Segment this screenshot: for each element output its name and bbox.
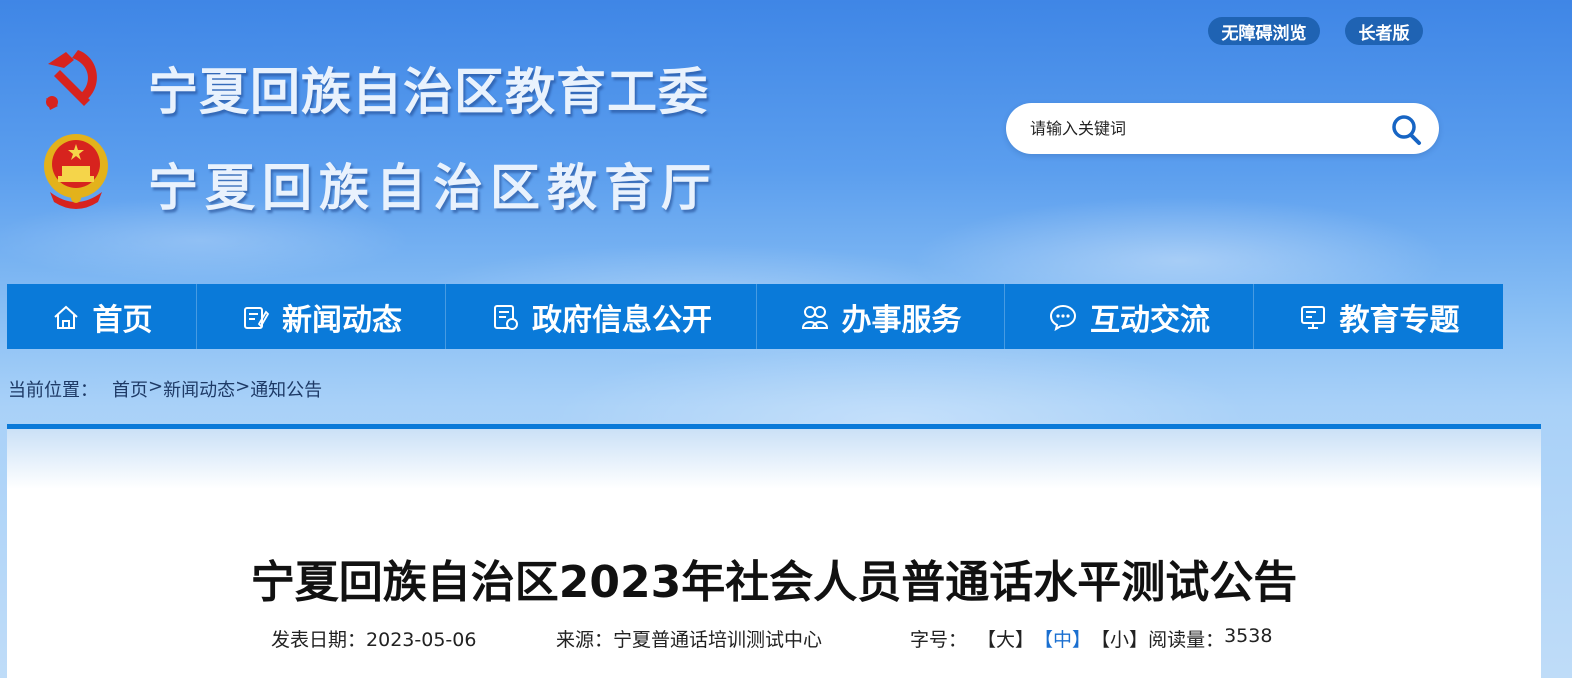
party-emblem-icon bbox=[46, 50, 97, 110]
breadcrumb-link-home[interactable]: 首页 bbox=[112, 376, 148, 402]
search-input[interactable] bbox=[1030, 113, 1370, 144]
nav-item-gov-info[interactable]: 政府信息公开 bbox=[446, 284, 757, 349]
font-size-label: 字号： bbox=[910, 629, 968, 651]
national-emblem-icon bbox=[44, 134, 108, 209]
nav-item-label: 首页 bbox=[92, 302, 153, 338]
nav-item-label: 政府信息公开 bbox=[532, 302, 712, 338]
font-size-small-button[interactable]: 【小】 bbox=[1091, 625, 1148, 652]
article-date: 发表日期：2023-05-06 bbox=[271, 625, 476, 652]
breadcrumb-separator: > bbox=[235, 376, 251, 397]
font-size-medium-button[interactable]: 【中】 bbox=[1034, 625, 1091, 652]
nav-item-interaction[interactable]: 互动交流 bbox=[1005, 284, 1254, 349]
article-source: 来源：宁夏普通话培训测试中心 bbox=[556, 625, 822, 652]
date-label: 发表日期： bbox=[271, 629, 367, 651]
elder-mode-button[interactable]: 长者版 bbox=[1345, 17, 1423, 45]
news-icon bbox=[244, 306, 270, 329]
document-icon bbox=[494, 304, 518, 330]
article-title: 宁夏回族自治区2023年社会人员普通话水平测试公告 bbox=[250, 557, 1298, 608]
chat-icon bbox=[1049, 304, 1077, 331]
date-value: 2023-05-06 bbox=[366, 629, 477, 651]
nav-item-home[interactable]: 首页 bbox=[7, 284, 197, 349]
source-value: 宁夏普通话培训测试中心 bbox=[613, 629, 823, 651]
nav-item-label: 互动交流 bbox=[1090, 302, 1210, 338]
article-panel: 宁夏回族自治区2023年社会人员普通话水平测试公告 发表日期：2023-05-0… bbox=[7, 424, 1541, 678]
nav-item-label: 新闻动态 bbox=[282, 302, 402, 338]
views-label: 阅读量： bbox=[1148, 629, 1225, 651]
search-icon[interactable] bbox=[1389, 113, 1423, 147]
breadcrumb-separator: > bbox=[148, 376, 164, 397]
nav-item-news[interactable]: 新闻动态 bbox=[197, 284, 446, 349]
header-title-department: 宁夏回族自治区教育厅 bbox=[148, 159, 718, 217]
breadcrumb-label: 当前位置： bbox=[8, 380, 98, 401]
monitor-icon bbox=[1300, 305, 1325, 329]
main-nav: 首页 新闻动态 政府信息公开 办事服务 互动交流 教育专题 bbox=[7, 284, 1503, 349]
breadcrumb-link-notices[interactable]: 通知公告 bbox=[250, 376, 322, 402]
nav-item-label: 教育专题 bbox=[1339, 302, 1460, 338]
nav-item-services[interactable]: 办事服务 bbox=[757, 284, 1005, 349]
search-box bbox=[1006, 103, 1439, 154]
font-size-large-button[interactable]: 【大】 bbox=[977, 625, 1034, 652]
panel-top-fade bbox=[7, 429, 1541, 489]
header-title-committee: 宁夏回族自治区教育工委 bbox=[148, 63, 709, 121]
nav-item-label: 办事服务 bbox=[841, 302, 962, 338]
service-icon bbox=[801, 305, 828, 329]
breadcrumb-link-news[interactable]: 新闻动态 bbox=[163, 376, 235, 402]
font-size-controls: 字号： 【大】 【中】 【小】 阅读量： 3538 bbox=[910, 625, 1272, 652]
accessible-browsing-button[interactable]: 无障碍浏览 bbox=[1208, 17, 1320, 45]
source-label: 来源： bbox=[556, 629, 614, 651]
nav-item-education-topics[interactable]: 教育专题 bbox=[1254, 284, 1503, 349]
home-icon bbox=[53, 305, 78, 329]
views-count: 3538 bbox=[1224, 625, 1273, 647]
breadcrumb: 当前位置： 首页 > 新闻动态 > 通知公告 bbox=[8, 376, 322, 402]
